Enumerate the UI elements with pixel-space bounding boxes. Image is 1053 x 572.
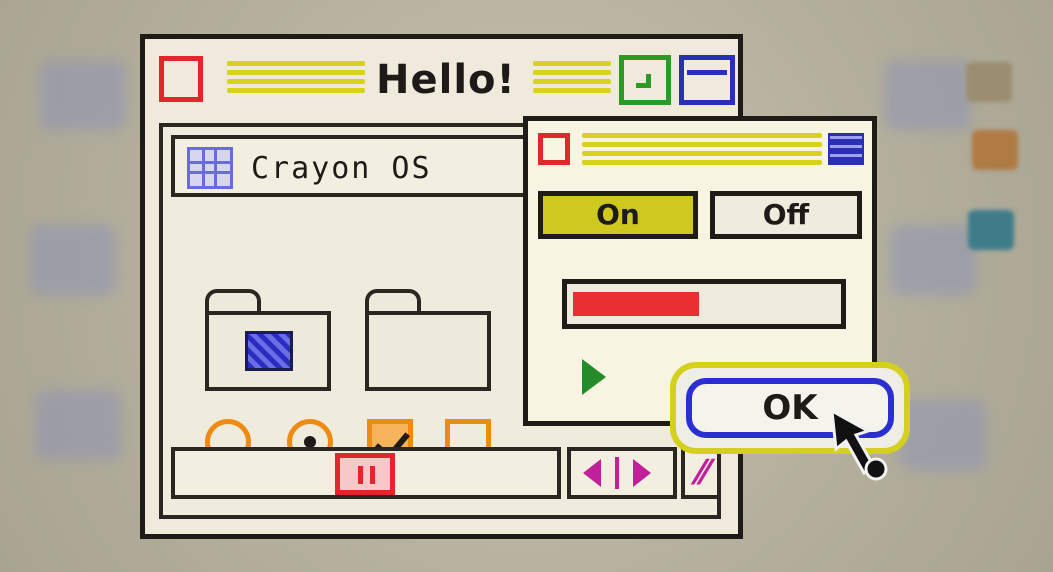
desktop-drive-icon[interactable] — [966, 62, 1012, 102]
folder-icon[interactable] — [205, 311, 331, 391]
maximize-icon[interactable] — [828, 133, 864, 165]
close-icon[interactable] — [538, 133, 570, 165]
desktop-blurred-icon — [900, 400, 986, 470]
scrollbar[interactable] — [171, 447, 561, 499]
window-title: Hello! — [376, 57, 516, 103]
folder-icon[interactable] — [365, 311, 491, 391]
title-stripes-right — [533, 57, 611, 101]
progress-fill — [573, 292, 699, 316]
play-icon[interactable] — [582, 359, 606, 395]
archive-badge-icon — [245, 331, 293, 371]
close-icon[interactable] — [159, 56, 203, 102]
desktop-blurred-icon — [35, 390, 121, 460]
desktop-folder-icon[interactable] — [968, 210, 1014, 250]
arrow-buttons — [567, 447, 677, 499]
folder-tab[interactable]: Crayon OS — [171, 135, 541, 197]
grid-icon — [187, 147, 233, 189]
toggle-off-button[interactable]: Off — [710, 191, 862, 239]
minimize-icon[interactable] — [619, 55, 671, 105]
desktop-blurred-icon — [885, 60, 971, 130]
arrow-right-icon[interactable] — [633, 459, 651, 487]
folder-tab-shape — [205, 289, 261, 313]
progress-bar — [562, 279, 846, 329]
desktop-app-icon[interactable] — [972, 130, 1018, 170]
toggle-on-button[interactable]: On — [538, 191, 698, 239]
desktop-blurred-icon — [30, 225, 116, 295]
maximize-icon[interactable] — [679, 55, 735, 105]
desktop-blurred-icon — [40, 60, 126, 130]
title-stripes-left — [227, 57, 365, 101]
pause-icon[interactable] — [335, 453, 395, 495]
arrow-left-icon[interactable] — [583, 459, 601, 487]
pointer-cursor-icon — [830, 408, 888, 481]
desktop-blurred-icon — [890, 225, 976, 295]
resize-icon: ⁄⁄ — [697, 453, 709, 493]
resize-handle[interactable]: ⁄⁄ — [681, 447, 721, 499]
title-bar[interactable]: Hello! — [149, 43, 735, 111]
dialog-title-stripes — [582, 129, 822, 173]
folder-tab-shape — [365, 289, 421, 313]
arrow-divider — [615, 457, 619, 489]
folder-tab-label: Crayon OS — [251, 151, 432, 186]
